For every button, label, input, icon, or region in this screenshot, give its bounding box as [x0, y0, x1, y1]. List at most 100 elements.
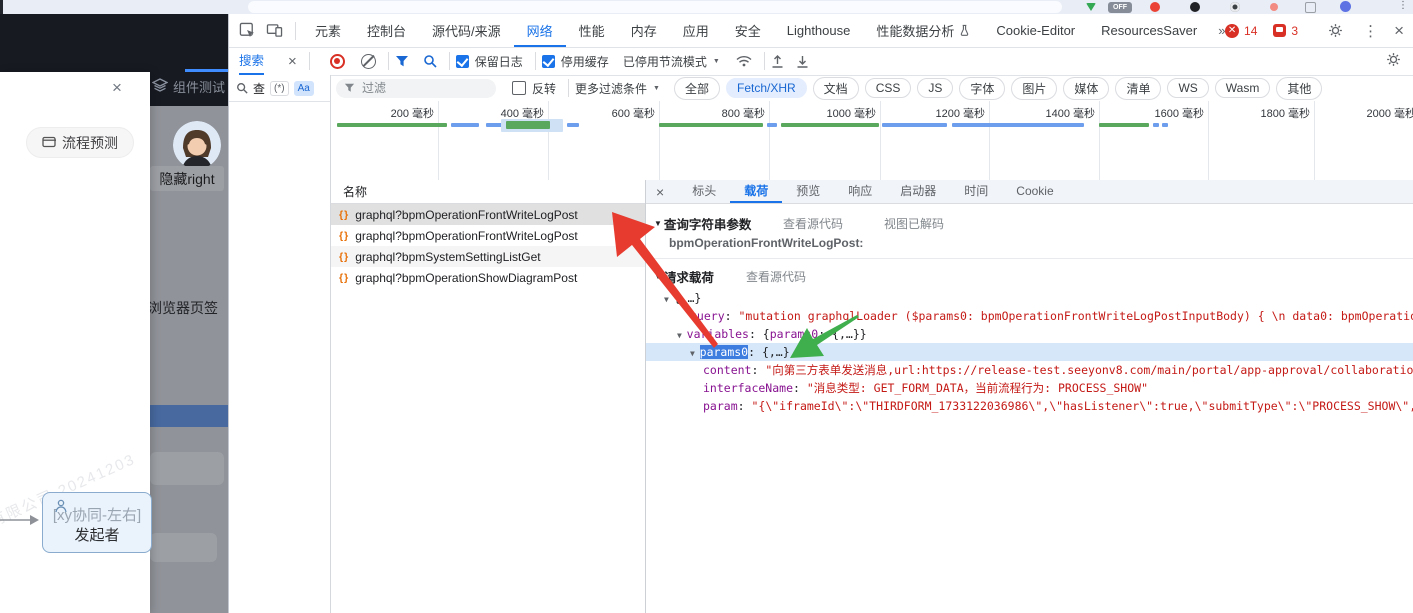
extension-off-badge[interactable]: OFF [1108, 2, 1132, 13]
network-settings-gear-icon[interactable] [1386, 52, 1401, 67]
payload-tree-row-0[interactable]: ▼ {,…} [646, 289, 1413, 307]
dimmed-form-field [150, 533, 217, 562]
devtools-tab-9[interactable]: 性能数据分析 [863, 14, 983, 47]
preserve-log-checkbox[interactable] [456, 55, 469, 68]
filter-input-field[interactable] [360, 80, 474, 96]
payload-tree-row-1[interactable]: query: "mutation graphqlLoader ($params0… [646, 307, 1413, 325]
devtools-tab-8[interactable]: Lighthouse [774, 14, 864, 47]
filter-pill-ws[interactable]: WS [1167, 78, 1208, 98]
detail-tab-0[interactable]: 标头 [678, 180, 730, 203]
view-source-link[interactable]: 查看源代码 [783, 215, 843, 232]
view-decoded-link[interactable]: 视图已解码 [884, 215, 944, 232]
filter-pill-js[interactable]: JS [917, 78, 953, 98]
filter-pill--[interactable]: 媒体 [1063, 77, 1109, 100]
export-har-icon[interactable] [771, 55, 784, 68]
browser-menu-icon[interactable]: ⋮ [1398, 0, 1408, 11]
search-icon[interactable] [423, 54, 437, 68]
filter-pill-fetch-xhr[interactable]: Fetch/XHR [726, 78, 807, 98]
import-har-icon[interactable] [796, 55, 809, 68]
devtools-tab-2[interactable]: 源代码/来源 [419, 14, 514, 47]
view-source-link[interactable]: 查看源代码 [746, 268, 806, 285]
throttling-select[interactable]: 已停用节流模式 [623, 53, 707, 70]
timeline-request-bar [1162, 123, 1168, 127]
devtools-tab-0[interactable]: 元素 [302, 14, 354, 47]
flow-predict-button[interactable]: 流程预测 [26, 127, 134, 158]
filter-funnel-icon[interactable] [395, 55, 409, 68]
network-timeline-overview[interactable]: 200 毫秒400 毫秒600 毫秒800 毫秒1000 毫秒1200 毫秒14… [331, 101, 1413, 181]
filter-pill--[interactable]: 全部 [674, 77, 720, 100]
extension-download-icon[interactable] [1086, 3, 1096, 11]
network-conditions-icon[interactable] [736, 55, 752, 67]
detail-tab-1[interactable]: 载荷 [730, 180, 782, 203]
extension-icon[interactable] [1230, 2, 1240, 12]
tree-segment-key: variables [687, 327, 749, 341]
detail-tab-2[interactable]: 预览 [782, 180, 834, 203]
inspect-element-icon[interactable] [239, 22, 256, 39]
invert-checkbox[interactable] [512, 81, 526, 95]
flow-node-initiator[interactable]: [xy协同-左右] 发起者 [42, 492, 152, 553]
close-icon[interactable]: × [112, 78, 122, 98]
filter-pill--[interactable]: 其他 [1276, 77, 1322, 100]
devtools-tab-11[interactable]: ResourcesSaver [1088, 14, 1210, 47]
device-toolbar-icon[interactable] [266, 23, 283, 38]
payload-tree-row-6[interactable]: param: "{\"iframeId\":\"THIRDFORM_173312… [646, 397, 1413, 415]
timeline-request-bar [952, 123, 1084, 127]
query-string-section-header[interactable]: ▼ 查询字符串参数 [654, 214, 751, 233]
payload-tree-row-5[interactable]: interfaceName: "消息类型: GET_FORM_DATA，当前流程… [646, 379, 1413, 397]
devtools-tab-4[interactable]: 性能 [566, 14, 618, 47]
record-button[interactable] [330, 54, 345, 69]
match-case-toggle[interactable]: Aa [294, 81, 314, 96]
extension-icon[interactable] [1305, 2, 1316, 13]
devtools-tab-6[interactable]: 应用 [670, 14, 722, 47]
request-list-header[interactable]: 名称 [331, 180, 645, 204]
devtools-tab-7[interactable]: 安全 [722, 14, 774, 47]
filter-pill-css[interactable]: CSS [865, 78, 912, 98]
detail-close-icon[interactable]: × [656, 184, 664, 200]
hide-right-button[interactable]: 隐藏right [150, 166, 224, 191]
filter-pill--[interactable]: 清单 [1115, 77, 1161, 100]
clear-network-log-icon[interactable] [361, 54, 376, 69]
filter-pill-wasm[interactable]: Wasm [1215, 78, 1271, 98]
extension-icon[interactable] [1150, 2, 1160, 12]
extension-icon[interactable] [1190, 2, 1200, 12]
payload-tree-row-3[interactable]: ▼ params0: {,…} [646, 343, 1413, 361]
payload-tree-row-4[interactable]: content: "向第三方表单发送消息,url:https://release… [646, 361, 1413, 379]
user-avatar[interactable] [173, 121, 221, 169]
request-row-0[interactable]: {}graphql?bpmOperationFrontWriteLogPost [331, 204, 645, 225]
devtools-close-icon[interactable]: × [1394, 21, 1404, 41]
request-row-3[interactable]: {}graphql?bpmOperationShowDiagramPost [331, 267, 645, 288]
devtools-tab-3[interactable]: 网络 [514, 14, 566, 47]
error-badge-icon[interactable]: ✕ [1225, 24, 1239, 38]
detail-tab-4[interactable]: 启动器 [886, 180, 950, 203]
devtools-menu-icon[interactable]: ⋮ [1363, 22, 1378, 40]
dimmed-primary-button[interactable] [150, 405, 228, 427]
address-bar[interactable] [248, 1, 1062, 13]
search-tab[interactable]: 搜索 [239, 47, 264, 75]
tree-segment-key: params0 [770, 327, 818, 341]
filter-pill--[interactable]: 图片 [1011, 77, 1057, 100]
request-row-2[interactable]: {}graphql?bpmSystemSettingListGet [331, 246, 645, 267]
search-close-icon[interactable]: × [288, 53, 297, 70]
devtools-tab-5[interactable]: 内存 [618, 14, 670, 47]
regex-toggle[interactable]: (*) [270, 81, 289, 96]
devtools-tab-10[interactable]: Cookie-Editor [983, 14, 1088, 47]
payload-tree-row-2[interactable]: ▼ variables: {params0: {,…}} [646, 325, 1413, 343]
request-row-1[interactable]: {}graphql?bpmOperationFrontWriteLogPost [331, 225, 645, 246]
disable-cache-checkbox[interactable] [542, 55, 555, 68]
component-test-menu[interactable]: 组件测试 [152, 76, 228, 96]
detail-tab-3[interactable]: 响应 [834, 180, 886, 203]
search-query-text[interactable]: 查 [253, 80, 265, 97]
filter-pill--[interactable]: 文档 [813, 77, 859, 100]
filter-pill--[interactable]: 字体 [959, 77, 1005, 100]
extension-icon[interactable] [1270, 3, 1278, 11]
more-filters-button[interactable]: 更多过滤条件 [575, 80, 647, 97]
request-payload-section-header[interactable]: ▼ 请求载荷 [654, 267, 714, 286]
settings-gear-icon[interactable] [1328, 23, 1343, 38]
filter-input[interactable] [336, 79, 496, 98]
devtools-tab-1[interactable]: 控制台 [354, 14, 419, 47]
profile-avatar[interactable] [1340, 1, 1351, 12]
detail-tab-5[interactable]: 时间 [950, 180, 1002, 203]
issues-icon[interactable] [1273, 24, 1286, 37]
detail-tab-6[interactable]: Cookie [1002, 180, 1067, 203]
request-name: graphql?bpmSystemSettingListGet [355, 250, 540, 264]
